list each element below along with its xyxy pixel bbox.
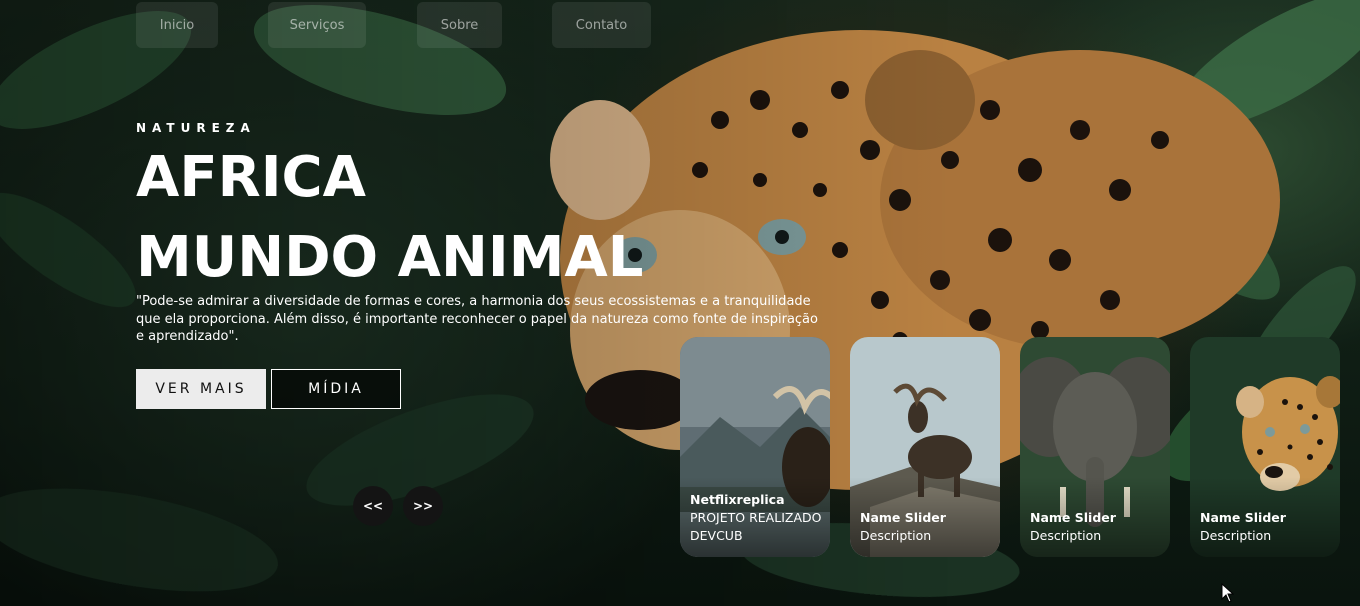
hero-eyebrow: NATUREZA: [136, 121, 256, 135]
slider-card[interactable]: Name Slider Description: [1190, 337, 1340, 557]
slider-prev-button[interactable]: <<: [353, 486, 393, 526]
nav-item-servicos[interactable]: Serviços: [268, 2, 366, 48]
card-title: Name Slider: [1200, 510, 1286, 525]
card-description: PROJETO REALIZADO DEVCUB: [690, 510, 822, 543]
hero-title-line1: AFRICA: [136, 145, 366, 210]
slider-card[interactable]: Name Slider Description: [1020, 337, 1170, 557]
nav-item-sobre[interactable]: Sobre: [417, 2, 502, 48]
midia-button[interactable]: MÍDIA: [271, 369, 401, 409]
slider-next-button[interactable]: >>: [403, 486, 443, 526]
card-title: Name Slider: [860, 510, 946, 525]
slider-card[interactable]: Netflixreplica PROJETO REALIZADO DEVCUB: [680, 337, 830, 557]
hero-title-line2: MUNDO ANIMAL: [136, 225, 644, 290]
card-title: Netflixreplica: [690, 492, 785, 507]
card-title: Name Slider: [1030, 510, 1116, 525]
mouse-cursor-icon: [1221, 583, 1235, 603]
nav-item-contato[interactable]: Contato: [552, 2, 651, 48]
nav-item-inicio[interactable]: Inicio: [136, 2, 218, 48]
card-description: Description: [860, 528, 932, 543]
ver-mais-button[interactable]: VER MAIS: [136, 369, 266, 409]
card-description: Description: [1200, 528, 1272, 543]
slider-card[interactable]: Name Slider Description: [850, 337, 1000, 557]
card-description: Description: [1030, 528, 1102, 543]
